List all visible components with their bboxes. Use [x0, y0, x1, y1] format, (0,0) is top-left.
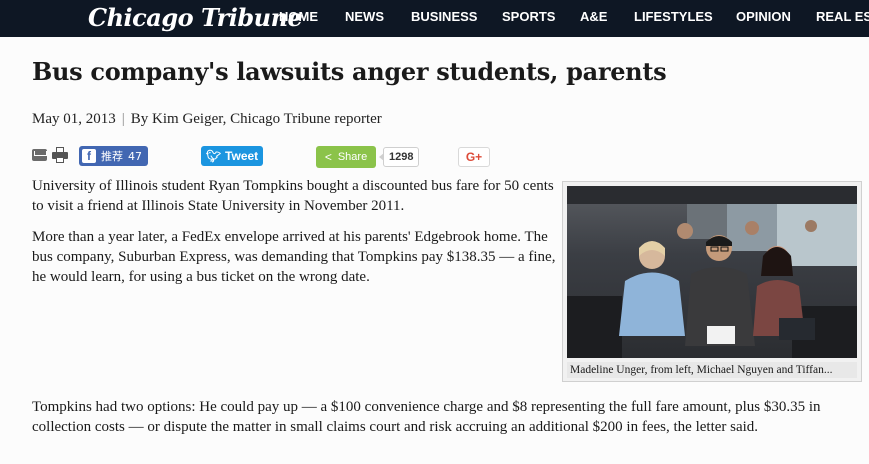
facebook-count: 47 [128, 149, 142, 163]
nav-item-business[interactable]: BUSINESS [411, 9, 477, 24]
tweet-button[interactable]: 🐦︎ Tweet [201, 146, 263, 166]
twitter-bird-icon: 🐦︎ [205, 149, 222, 163]
article-headline: Bus company's lawsuits anger students, p… [32, 57, 667, 86]
facebook-icon: f [82, 149, 96, 163]
google-plus-button[interactable]: G+ [458, 147, 490, 167]
share-icon: < [324, 150, 332, 164]
share-button[interactable]: < Share [316, 146, 376, 168]
nav-item-opinion[interactable]: OPINION [736, 9, 791, 24]
article-paragraph: More than a year later, a FedEx envelope… [32, 229, 556, 285]
facebook-recommend-button[interactable]: f 推荐 47 [79, 146, 148, 166]
nav-item-home[interactable]: HOME [279, 9, 318, 24]
share-toolbar: f 推荐 47 🐦︎ Tweet < Share 1298 G+ [0, 145, 869, 169]
article-photo[interactable]: Madeline Unger, from left, Michael Nguye… [562, 181, 862, 382]
mail-icon[interactable] [32, 149, 47, 161]
site-logo[interactable]: Chicago Tribune [88, 3, 303, 32]
byline-separator: | [121, 111, 125, 127]
top-navigation-bar: Chicago Tribune HOME NEWS BUSINESS SPORT… [0, 0, 869, 37]
nav-item-lifestyles[interactable]: LIFESTYLES [634, 9, 713, 24]
print-icon[interactable] [52, 147, 68, 163]
article-paragraph: University of Illinois student Ryan Tomp… [32, 178, 554, 214]
bus-interior-photo[interactable] [567, 186, 857, 358]
article-date: May 01, 2013 [32, 111, 116, 127]
photo-illustration [567, 186, 857, 358]
article-author: By Kim Geiger, Chicago Tribune reporter [130, 111, 382, 127]
nav-item-sports[interactable]: SPORTS [502, 9, 555, 24]
article-paragraph: Tompkins had two options: He could pay u… [32, 399, 821, 435]
nav-item-real-estate[interactable]: REAL ES [816, 9, 869, 24]
article-byline: May 01, 2013 | By Kim Geiger, Chicago Trib… [32, 111, 382, 128]
nav-item-news[interactable]: NEWS [345, 9, 384, 24]
facebook-label: 推荐 [101, 150, 123, 163]
photo-caption: Madeline Unger, from left, Michael Nguye… [567, 362, 857, 378]
nav-item-ae[interactable]: A&E [580, 9, 607, 24]
share-label: Share [337, 151, 368, 163]
share-count: 1298 [378, 147, 420, 167]
tweet-label: Tweet [225, 149, 259, 163]
